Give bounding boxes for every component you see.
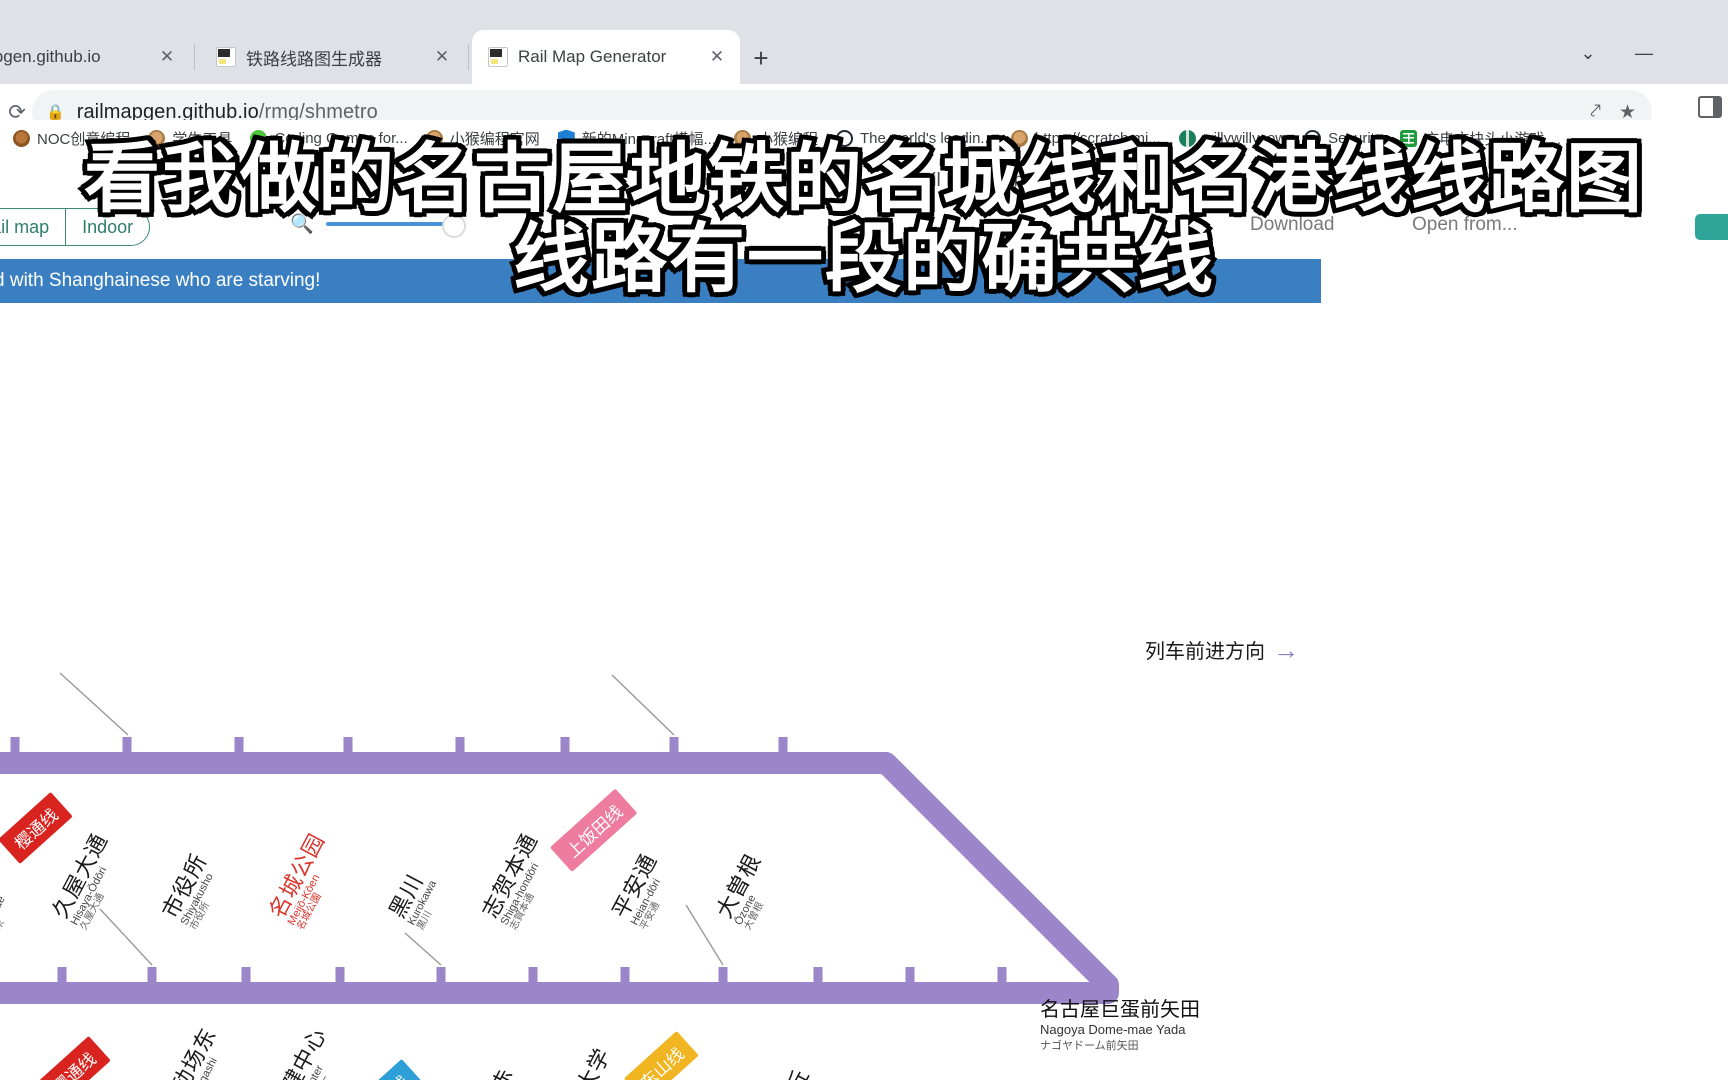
bookmark-item[interactable]: https://scratch.mi... xyxy=(1002,127,1170,150)
station-label-nagoya-dome-mae-yada[interactable]: 名古屋巨蛋前矢田 Nagoya Dome-mae Yada ナゴヤドーム前矢田 xyxy=(1040,993,1200,1053)
rmg-favicon-icon xyxy=(488,47,508,67)
globe-icon xyxy=(1178,129,1196,147)
bookmark-label: 新的Minecraft横幅... xyxy=(581,130,716,148)
window-controls: ⌄ — xyxy=(1560,28,1728,78)
browser-tab-1-label: 铁路线路图生成器 xyxy=(246,49,382,69)
shield-icon xyxy=(557,129,575,147)
bookmark-item[interactable]: 新的Minecraft横幅... xyxy=(549,125,725,152)
monkey-icon xyxy=(733,129,751,147)
rail-map-canvas[interactable]: 列车前进方向 → 樱通线 上饭田线 樱通线 东山线 Sakae 栄 久屋大通 H… xyxy=(0,303,1321,1080)
route-svg xyxy=(0,672,1119,1004)
bookmark-item[interactable]: 充电方块头小游戏,... xyxy=(1391,125,1570,152)
bookmark-label: Security xyxy=(1328,129,1383,147)
rmg-app-header: Rail Map Generator ...nation Running-in … xyxy=(0,156,1728,246)
close-icon[interactable]: ✕ xyxy=(706,46,728,68)
browser-tab-0-label: ...mapgen.github.io xyxy=(0,47,101,66)
bookmark-label: 小猴编程 xyxy=(757,130,818,148)
download-button[interactable]: Download xyxy=(1250,214,1335,236)
open-from-button[interactable]: Open from... xyxy=(1412,214,1518,236)
bookmark-item[interactable]: NOC创意编程 xyxy=(4,125,139,152)
lock-icon: 🔒 xyxy=(46,104,65,121)
bookmark-label: The world's leadin... xyxy=(859,129,993,147)
minimize-icon[interactable]: — xyxy=(1616,28,1672,78)
bookmark-item[interactable]: 学生工具 xyxy=(139,125,241,152)
browser-window: ...mapgen.github.io ✕ 铁路线路图生成器 ✕ Rail Ma… xyxy=(0,0,1728,1080)
monkey-icon xyxy=(1010,129,1028,147)
browser-tab-1[interactable]: 铁路线路图生成器 ✕ xyxy=(200,30,465,84)
tab-strip: ...mapgen.github.io ✕ 铁路线路图生成器 ✕ Rail Ma… xyxy=(0,0,1728,84)
station-name-zh: 名古屋巨蛋前矢田 xyxy=(1040,999,1200,1021)
bookmark-label: 小猴编程官网 xyxy=(449,130,540,148)
side-panel-icon[interactable] xyxy=(1698,96,1722,118)
bookmark-label: willywillycow xyxy=(1202,129,1287,147)
bookmark-item[interactable]: The world's leadin... xyxy=(827,127,1002,150)
bookmark-label: https://scratch.mi... xyxy=(1034,129,1161,147)
notice-banner-text: d with Shanghainese who are starving! xyxy=(0,270,321,291)
chevron-down-icon[interactable]: ⌄ xyxy=(1560,28,1616,78)
monkey-icon xyxy=(425,129,443,147)
green-circle-icon xyxy=(250,129,268,147)
tab-divider xyxy=(194,44,195,70)
new-tab-button[interactable]: + xyxy=(744,42,778,76)
tab-divider xyxy=(468,44,469,70)
bookmark-item[interactable]: Security xyxy=(1295,127,1391,150)
bookmark-label: 充电方块头小游戏,... xyxy=(1424,130,1561,148)
page-viewport: Rail Map Generator ...nation Running-in … xyxy=(0,156,1728,1080)
github-icon xyxy=(1304,129,1322,147)
grid-icon xyxy=(1400,129,1418,147)
bookmark-item[interactable]: 小猴编程 xyxy=(725,125,827,152)
monkey-icon xyxy=(13,129,30,147)
monkey-icon xyxy=(148,129,166,147)
bookmarks-bar: NOC创意编程 学生工具 Coding Games for... 小猴编程官网 … xyxy=(0,120,1728,156)
close-icon[interactable]: ✕ xyxy=(156,46,178,68)
rmg-favicon-icon xyxy=(216,47,236,67)
browser-tab-2-label: Rail Map Generator xyxy=(518,47,667,66)
zoom-control[interactable]: 🔍 xyxy=(290,212,466,238)
bookmark-label: NOC创意编程 xyxy=(37,130,131,148)
app-title: Rail Map Generator xyxy=(908,170,1074,191)
bookmark-item[interactable]: willywillycow xyxy=(1170,127,1295,150)
browser-tab-2[interactable]: Rail Map Generator ✕ xyxy=(472,30,740,84)
app-tab-bar: ...nation Running-in Rail map Indoor xyxy=(0,208,151,246)
maximize-icon[interactable] xyxy=(1672,28,1728,78)
search-icon[interactable]: 🔍 xyxy=(290,212,314,236)
tab-rail-map[interactable]: Rail map xyxy=(0,209,67,245)
bookmark-label: Coding Games for... xyxy=(274,129,408,147)
bookmark-item[interactable]: Coding Games for... xyxy=(241,127,416,150)
browser-tab-0[interactable]: ...mapgen.github.io ✕ xyxy=(0,30,190,84)
station-name-ja: ナゴヤドーム前矢田 xyxy=(1040,1040,1139,1052)
zoom-slider[interactable] xyxy=(325,214,466,238)
bookmark-item[interactable]: 小猴编程官网 xyxy=(417,125,549,152)
close-icon[interactable]: ✕ xyxy=(431,46,453,68)
app-action-chip[interactable] xyxy=(1695,214,1728,240)
bookmark-label: 学生工具 xyxy=(172,130,233,148)
github-icon xyxy=(835,129,853,147)
station-name-en: Nagoya Dome-mae Yada xyxy=(1040,1022,1186,1037)
notice-banner: d with Shanghainese who are starving! xyxy=(0,259,1321,303)
tab-indoor[interactable]: Indoor xyxy=(66,209,149,245)
